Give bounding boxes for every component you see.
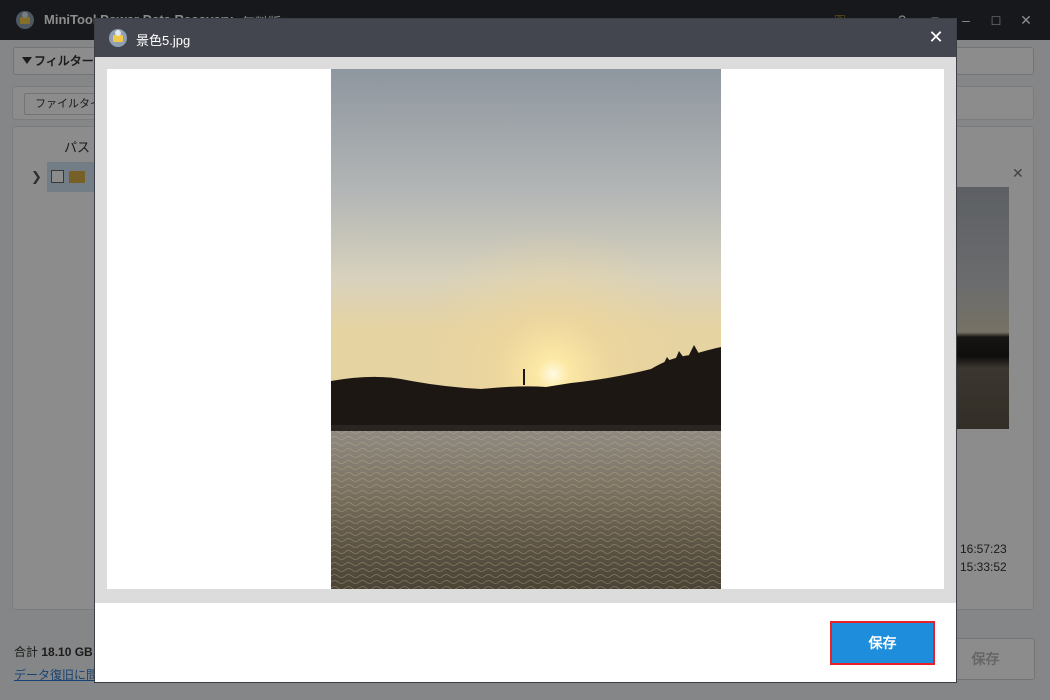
image-viewer xyxy=(95,57,956,603)
preview-image xyxy=(331,69,721,589)
dialog-footer: 保存 xyxy=(95,603,956,682)
dialog-header: 景色5.jpg ✕ xyxy=(95,19,956,57)
preview-dialog: 景色5.jpg ✕ 保存 xyxy=(94,18,957,683)
image-canvas xyxy=(107,69,944,589)
save-button[interactable]: 保存 xyxy=(830,621,935,665)
dialog-title: 景色5.jpg xyxy=(136,33,191,48)
app-logo-icon xyxy=(109,29,127,47)
close-icon[interactable]: ✕ xyxy=(925,26,947,48)
